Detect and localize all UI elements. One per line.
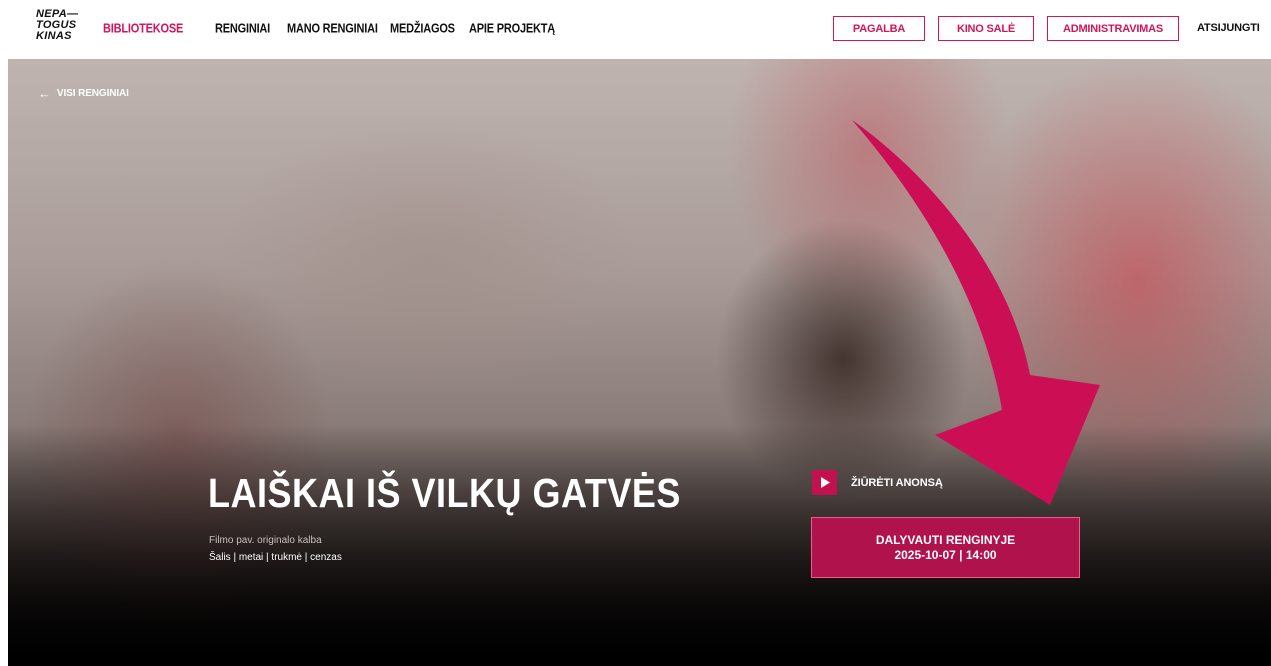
nav-item-my-events[interactable]: MANO RENGINIAI	[287, 22, 378, 36]
trailer-label: ŽIŪRĖTI ANONSĄ	[851, 476, 943, 489]
back-to-events-link[interactable]: ← VISI RENGINIAI	[38, 85, 129, 101]
nav-item-libraries[interactable]: BIBLIOTEKOSE	[103, 22, 183, 36]
play-icon	[812, 470, 837, 495]
nav-item-about[interactable]: APIE PROJEKTĄ	[469, 22, 555, 36]
join-datetime: 2025-10-07 | 14:00	[894, 547, 997, 562]
original-title: Filmo pav. originalo kalba	[209, 535, 322, 546]
join-label: DALYVAUTI RENGINYJE	[875, 532, 1016, 547]
logout-link[interactable]: ATSIJUNGTI	[1197, 22, 1260, 34]
nav-item-materials[interactable]: MEDŽIAGOS	[390, 22, 455, 36]
cinema-hall-button[interactable]: KINO SALĖ	[938, 16, 1034, 41]
film-meta: Šalis | metai | trukmė | cenzas	[209, 552, 342, 563]
hero-shade	[8, 426, 1271, 666]
back-link-label: VISI RENGINIAI	[56, 88, 129, 99]
nav-item-events[interactable]: RENGINIAI	[215, 22, 270, 36]
admin-button[interactable]: ADMINISTRAVIMAS	[1047, 16, 1179, 41]
join-event-button[interactable]: DALYVAUTI RENGINYJE 2025-10-07 | 14:00	[811, 517, 1080, 578]
site-header: NEPA— TOGUS KINAS BIBLIOTEKOSE RENGINIAI…	[0, 0, 1271, 59]
hero-banner: ← VISI RENGINIAI LAIŠKAI IŠ VILKŲ GATVĖS…	[8, 59, 1271, 666]
site-logo[interactable]: NEPA— TOGUS KINAS	[36, 9, 86, 42]
watch-trailer-button[interactable]: ŽIŪRĖTI ANONSĄ	[812, 470, 943, 495]
logo-line-3: KINAS	[36, 30, 72, 42]
help-button[interactable]: PAGALBA	[833, 16, 925, 41]
film-title: LAIŠKAI IŠ VILKŲ GATVĖS	[208, 470, 681, 516]
arrow-left-icon: ←	[38, 85, 51, 101]
